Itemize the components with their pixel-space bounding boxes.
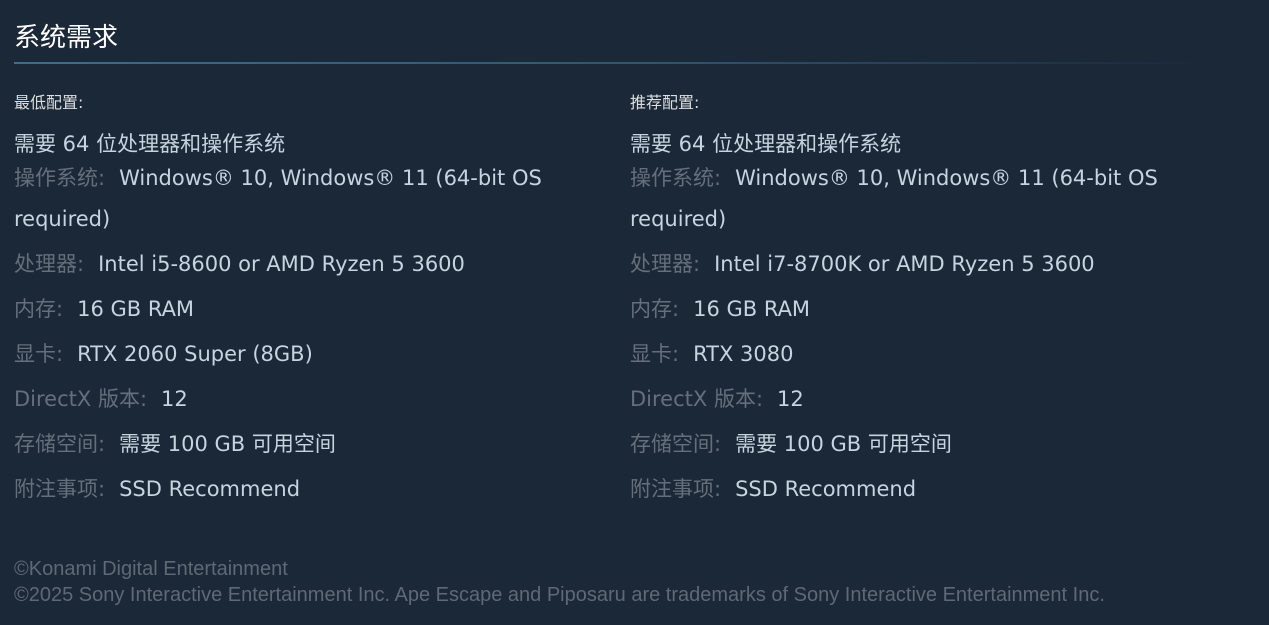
spec-value: 需要 100 GB 可用空间 [735,432,952,456]
spec-label: 存储空间: [14,432,106,456]
spec-label: 显卡: [630,342,680,366]
recommended-spec-graphics: 显卡: RTX 3080 [630,334,1215,375]
spec-value: 16 GB RAM [77,297,195,321]
recommended-heading: 推荐配置: [630,93,700,112]
spec-label: 内存: [630,297,680,321]
recommended-spec-memory: 内存: 16 GB RAM [630,289,1215,330]
spec-label: DirectX 版本: [14,387,148,411]
recommended-spec-notes: 附注事项: SSD Recommend [630,469,1215,510]
spec-value: 12 [161,387,188,411]
spec-label: 操作系统: [14,166,106,190]
minimum-spec-memory: 内存: 16 GB RAM [14,289,599,330]
minimum-spec-notes: 附注事项: SSD Recommend [14,469,599,510]
spec-label: DirectX 版本: [630,387,764,411]
spec-label: 操作系统: [630,166,722,190]
legal-notice: ©Konami Digital Entertainment ©2025 Sony… [14,556,1105,608]
spec-value: 12 [777,387,804,411]
legal-line-konami: ©Konami Digital Entertainment [14,558,288,580]
spec-value: RTX 3080 [693,342,794,366]
recommended-spec-processor: 处理器: Intel i7-8700K or AMD Ryzen 5 3600 [630,244,1215,285]
spec-value: Intel i7-8700K or AMD Ryzen 5 3600 [714,252,1095,276]
minimum-spec-graphics: 显卡: RTX 2060 Super (8GB) [14,334,599,375]
minimum-spec-storage: 存储空间: 需要 100 GB 可用空间 [14,424,599,465]
recommended-64bit-note: 需要 64 位处理器和操作系统 [630,132,902,156]
title-divider [14,62,1199,64]
spec-label: 附注事项: [14,477,106,501]
recommended-spec-directx: DirectX 版本: 12 [630,379,1215,420]
recommended-spec-os: 操作系统: Windows® 10, Windows® 11 (64-bit OS… [630,158,1215,240]
minimum-heading: 最低配置: [14,93,84,112]
spec-label: 显卡: [14,342,64,366]
minimum-spec-list: 操作系统: Windows® 10, Windows® 11 (64-bit OS… [14,158,599,510]
section-title: 系统需求 [14,23,119,53]
legal-line-sony: ©2025 Sony Interactive Entertainment Inc… [14,584,1105,606]
spec-label: 附注事项: [630,477,722,501]
spec-label: 处理器: [14,252,85,276]
spec-value: 需要 100 GB 可用空间 [119,432,336,456]
recommended-spec-storage: 存储空间: 需要 100 GB 可用空间 [630,424,1215,465]
spec-label: 内存: [14,297,64,321]
minimum-requirements-column: 最低配置: 需要 64 位处理器和操作系统 操作系统: Windows® 10, … [14,88,599,510]
spec-value: Intel i5-8600 or AMD Ryzen 5 3600 [98,252,465,276]
spec-value: 16 GB RAM [693,297,811,321]
minimum-spec-processor: 处理器: Intel i5-8600 or AMD Ryzen 5 3600 [14,244,599,285]
recommended-spec-list: 操作系统: Windows® 10, Windows® 11 (64-bit OS… [630,158,1215,510]
recommended-requirements-column: 推荐配置: 需要 64 位处理器和操作系统 操作系统: Windows® 10, … [630,88,1215,510]
minimum-spec-directx: DirectX 版本: 12 [14,379,599,420]
minimum-spec-os: 操作系统: Windows® 10, Windows® 11 (64-bit OS… [14,158,599,240]
spec-value: SSD Recommend [119,477,301,501]
spec-label: 处理器: [630,252,701,276]
minimum-64bit-note: 需要 64 位处理器和操作系统 [14,132,286,156]
spec-value: SSD Recommend [735,477,917,501]
spec-value: RTX 2060 Super (8GB) [77,342,313,366]
spec-label: 存储空间: [630,432,722,456]
